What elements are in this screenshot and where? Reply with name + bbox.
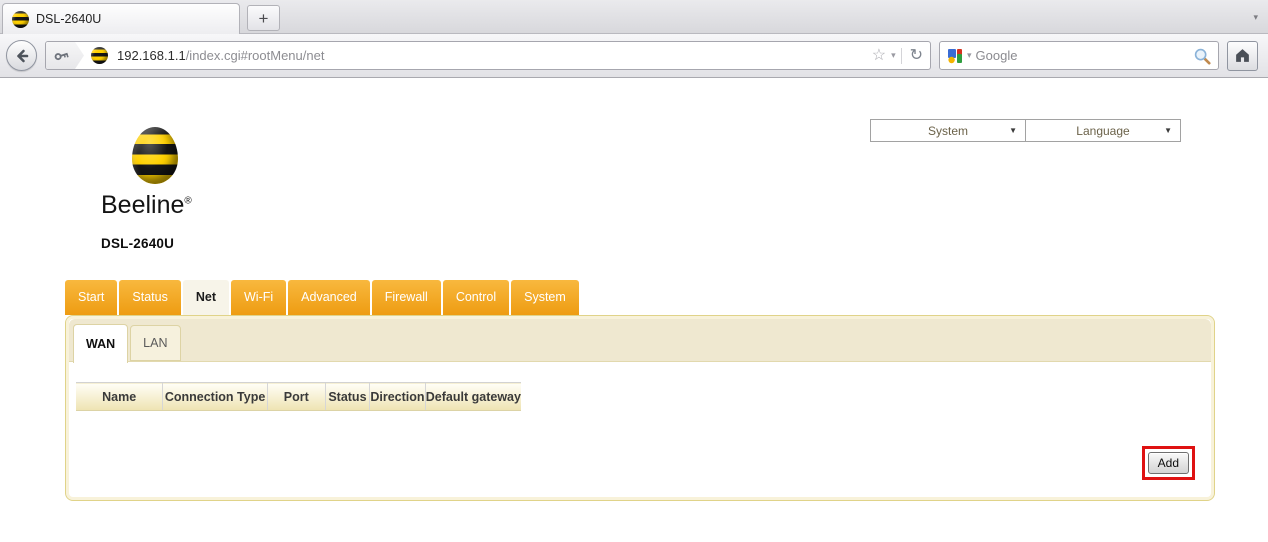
url-bar[interactable]: 192.168.1.1/index.cgi#rootMenu/net ☆ ▾ ↻ [45,41,931,70]
system-select-label: System [928,124,968,138]
add-button-area: Add [1142,446,1195,480]
add-button[interactable]: Add [1148,452,1189,474]
home-icon [1234,47,1251,64]
subtab-lan[interactable]: LAN [130,325,180,361]
url-dropdown-icon[interactable]: ▾ [891,50,896,61]
column-header-connection-type: Connection Type [163,383,268,411]
column-header-name: Name [76,383,163,411]
google-icon [947,48,963,64]
search-icon[interactable] [1193,47,1211,65]
site-favicon [91,47,108,64]
language-select[interactable]: Language ▼ [1025,119,1181,142]
url-text[interactable]: 192.168.1.1/index.cgi#rootMenu/net [113,48,865,63]
main-tab-bar: Start Status Net Wi-Fi Advanced Firewall… [65,280,579,315]
brand-block: Beeline® DSL-2640U [101,127,192,251]
wan-connections-table: Name Connection Type Port Status Directi… [76,382,521,411]
tab-status[interactable]: Status [119,280,180,315]
back-arrow-icon [14,48,30,64]
site-identity-button[interactable] [46,42,84,69]
column-header-port: Port [267,383,325,411]
search-bar[interactable]: ▾ [939,41,1219,70]
router-admin-page: System ▼ Language ▼ Beeline® DSL-2640U S… [0,79,1268,542]
reload-icon[interactable]: ↻ [901,48,923,64]
tab-system[interactable]: System [511,280,579,315]
content-panel: WAN LAN Name Connection Type Port Status… [65,315,1215,501]
browser-tab-bar: DSL-2640U + ▾ [0,0,1268,34]
tab-control[interactable]: Control [443,280,509,315]
column-header-status: Status [325,383,369,411]
tab-list-dropdown-icon[interactable]: ▾ [1253,12,1258,23]
home-button[interactable] [1227,41,1258,71]
tab-net[interactable]: Net [183,280,229,315]
subtab-wan[interactable]: WAN [73,324,128,363]
bookmark-star-icon[interactable]: ☆ [872,48,886,64]
registered-mark: ® [184,196,191,207]
tab-advanced[interactable]: Advanced [288,280,370,315]
new-tab-button[interactable]: + [247,5,280,31]
url-bar-icons: ☆ ▾ ↻ [865,48,930,64]
subtab-bar: WAN LAN [73,324,181,363]
tab-start[interactable]: Start [65,280,117,315]
tab-wifi[interactable]: Wi-Fi [231,280,286,315]
url-path: /index.cgi#rootMenu/net [186,48,325,63]
subtab-strip [69,319,1211,362]
browser-tab-title: DSL-2640U [36,12,101,26]
column-header-direction: Direction [370,383,426,411]
search-input[interactable] [976,48,1189,63]
browser-toolbar: 192.168.1.1/index.cgi#rootMenu/net ☆ ▾ ↻… [0,34,1268,78]
url-host: 192.168.1.1 [117,48,186,63]
chevron-down-icon: ▼ [1009,126,1017,135]
beeline-favicon [12,11,29,28]
back-button[interactable] [6,40,37,71]
chevron-down-icon: ▼ [1164,126,1172,135]
search-engine-dropdown-icon[interactable]: ▾ [967,50,972,61]
browser-tab[interactable]: DSL-2640U [2,3,240,34]
system-select[interactable]: System ▼ [870,119,1026,142]
language-select-label: Language [1076,124,1129,138]
beeline-logo [132,127,178,184]
tab-firewall[interactable]: Firewall [372,280,441,315]
key-icon [53,47,70,64]
model-name: DSL-2640U [101,236,192,251]
column-header-default-gateway: Default gateway [425,383,521,411]
header-selects: System ▼ Language ▼ [870,119,1181,142]
table-header-row: Name Connection Type Port Status Directi… [76,383,521,411]
brand-name: Beeline® [101,191,192,220]
highlight-box: Add [1142,446,1195,480]
